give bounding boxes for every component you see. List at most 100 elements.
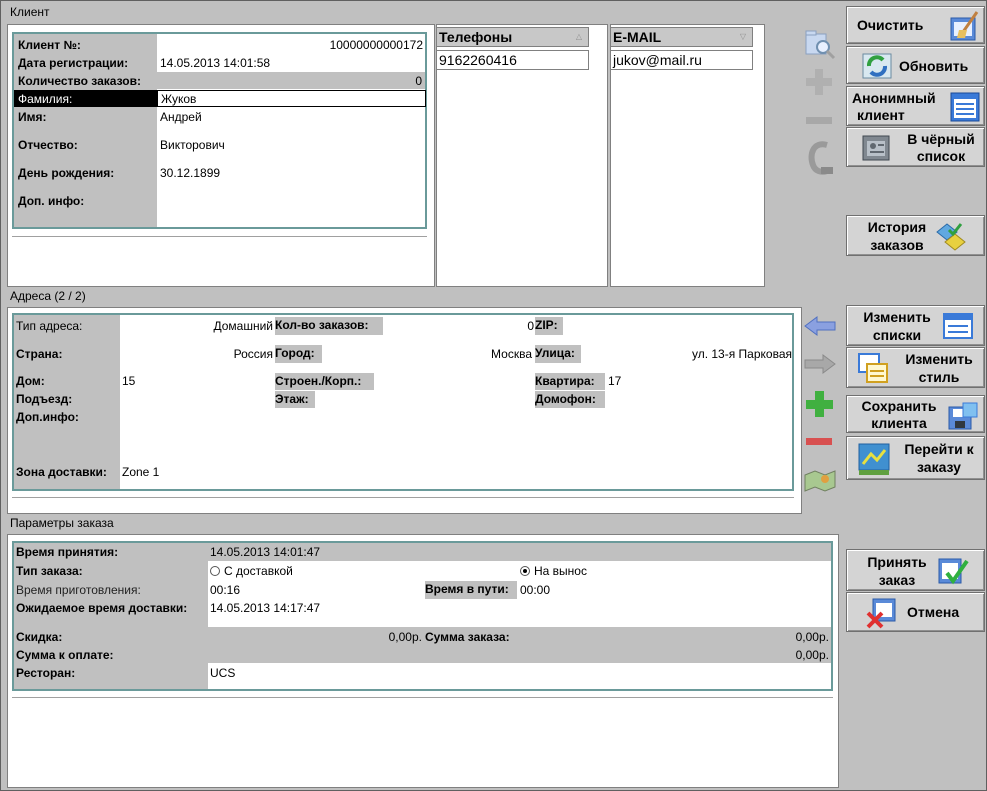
history-icon [936,223,966,251]
takeaway-radio[interactable]: На вынос [520,563,587,579]
phones-column-header[interactable]: Телефоны △ [436,27,589,47]
expected-time-value: 14.05.2013 14:17:47 [210,601,321,615]
entrance-label: Подъезд: [16,391,73,407]
restaurant-label: Ресторан: [16,665,76,681]
country-label: Страна: [16,346,63,362]
broom-icon [950,11,979,41]
name-value[interactable]: Андрей [160,109,202,125]
order-history-button[interactable]: История заказов [846,215,985,256]
anonymous-client-button[interactable]: Анонимный клиент [846,86,985,126]
order-sum-value: 0,00р. [795,630,829,644]
zip-label: ZIP: [535,317,563,335]
orders-qty-label: Кол-во заказов: [275,317,383,335]
travel-time-value[interactable]: 00:00 [520,582,550,598]
search-client-icon[interactable] [803,28,837,62]
orders-count-value: 0 [415,74,422,88]
expected-time-label: Ожидаемое время доставки: [16,600,188,616]
go-to-order-button[interactable]: Перейти к заказу [846,436,985,480]
blacklist-button[interactable]: В чёрный список [846,127,985,167]
orders-count-label: Количество заказов: [18,73,141,89]
reg-date-label: Дата регистрации: [18,55,129,71]
orders-qty-value: 0 [527,319,534,333]
flat-label: Квартира: [535,373,605,390]
add-icon-disabled[interactable] [803,66,835,98]
patronymic-value[interactable]: Викторович [160,137,225,153]
reg-date-value: 14.05.2013 14:01:58 [160,56,271,70]
client-divider [12,236,427,237]
client-grid: Клиент №: 10000000000172 Дата регистраци… [12,32,427,229]
email-column-header[interactable]: E-MAIL ▽ [610,27,753,47]
remove-address-icon[interactable] [803,432,835,452]
prep-time-label: Время приготовления: [16,583,141,597]
address-type-label: Тип адреса: [16,319,83,333]
headset-icon[interactable] [803,137,837,179]
order-type-label: Тип заказа: [16,563,83,579]
radio-off-icon [210,566,220,576]
restaurant-value[interactable]: UCS [210,665,235,681]
add-address-icon[interactable] [803,388,835,420]
cancel-button[interactable]: Отмена [846,592,985,632]
address-grid: Тип адреса: Домашний Кол-во заказов: 0 Z… [12,313,794,491]
r-keeper-logo-icon [858,443,890,475]
arrow-right-icon[interactable] [803,352,837,376]
house-label: Дом: [16,373,45,389]
refresh-icon [862,53,892,79]
address-extra-label: Доп.инфо: [16,409,79,425]
flat-value[interactable]: 17 [608,373,621,389]
edit-lists-button[interactable]: Изменить списки [846,305,985,346]
accept-check-icon [938,558,969,585]
birthday-label: День рождения: [18,165,115,181]
surname-input[interactable] [157,90,426,107]
to-pay-label: Сумма к оплате: [16,647,114,663]
floor-label: Этаж: [275,391,315,408]
blacklist-icon [862,135,890,161]
order-grid: Время принятия: 14.05.2013 14:01:47 Тип … [12,541,833,691]
street-value[interactable]: ул. 13-я Парковая [584,346,792,362]
patronymic-label: Отчество: [18,137,78,153]
delivery-zone-value[interactable]: Zone 1 [122,464,159,480]
address-section-title: Адреса (2 / 2) [10,289,86,303]
city-label: Город: [275,345,322,363]
order-divider [12,697,833,698]
address-divider [12,497,794,498]
prep-time-value[interactable]: 00:16 [210,582,240,598]
surname-value[interactable]: Жуков [161,91,196,107]
surname-label: Фамилия: [18,92,73,106]
delivery-radio[interactable]: С доставкой [210,563,293,579]
arrow-left-icon[interactable] [803,314,837,338]
sort-asc-icon: △ [575,32,582,41]
accept-time-label: Время принятия: [16,544,119,560]
window-list-icon [950,92,980,122]
city-value[interactable]: Москва [324,346,532,362]
edit-lists-icon [943,313,973,339]
discount-label: Скидка: [16,629,63,645]
travel-time-label: Время в пути: [425,581,517,599]
save-client-button[interactable]: Сохранить клиента [846,395,985,433]
map-icon[interactable] [803,465,837,493]
cancel-x-icon [866,598,896,629]
delivery-zone-label: Зона доставки: [16,464,107,480]
save-icon [948,402,978,430]
accept-order-button[interactable]: Принять заказ [846,549,985,591]
birthday-value[interactable]: 30.12.1899 [160,165,220,181]
email-row[interactable]: jukov@mail.ru [610,50,753,70]
order-section-title: Параметры заказа [10,516,114,530]
refresh-button[interactable]: Обновить [846,46,985,84]
edit-style-icon [858,353,888,383]
country-value[interactable]: Россия [120,346,273,362]
intercom-label: Домофон: [535,391,605,408]
clear-button[interactable]: Очистить [846,6,985,44]
accept-time-value: 14.05.2013 14:01:47 [210,545,321,559]
address-type-value[interactable]: Домашний [120,318,273,334]
house-value[interactable]: 15 [122,373,135,389]
to-pay-value: 0,00р. [795,648,829,662]
name-label: Имя: [18,109,47,125]
building-label: Строен./Корп.: [275,373,374,390]
order-sum-label: Сумма заказа: [425,629,510,645]
remove-icon-disabled[interactable] [803,110,835,130]
phone-row[interactable]: 9162260416 [436,50,589,70]
client-no-value: 10000000000172 [329,38,423,52]
client-section-title: Клиент [10,5,50,19]
edit-style-button[interactable]: Изменить стиль [846,347,985,388]
sort-desc-icon: ▽ [739,32,746,41]
